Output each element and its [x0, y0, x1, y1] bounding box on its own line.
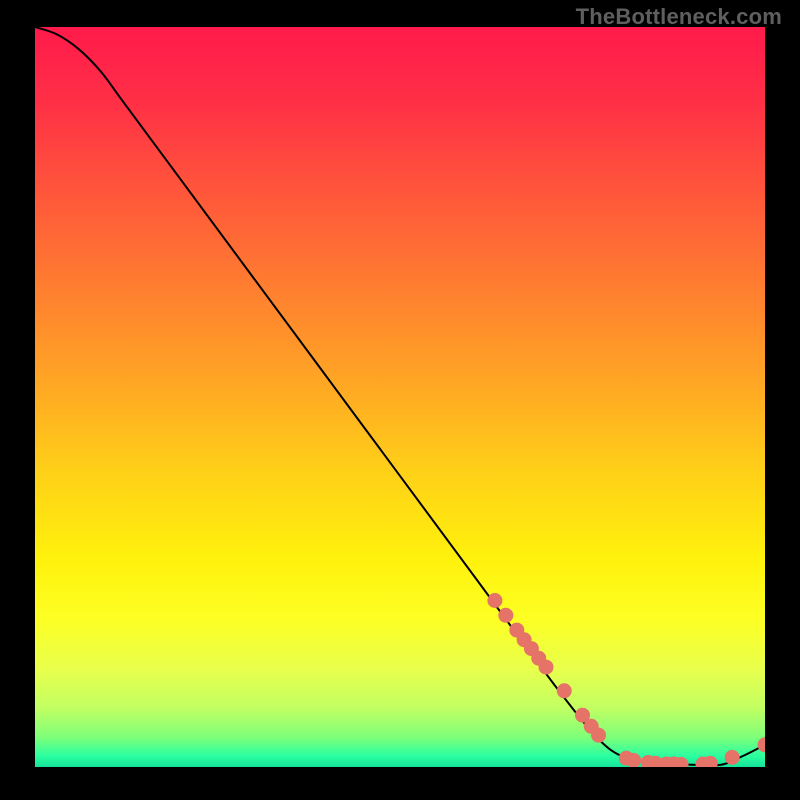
data-marker [487, 593, 502, 608]
data-marker [591, 728, 606, 743]
data-marker [557, 683, 572, 698]
plot-frame [35, 27, 765, 767]
chart-stage: TheBottleneck.com [0, 0, 800, 800]
gradient-background [35, 27, 765, 767]
data-marker [725, 750, 740, 765]
bottleneck-chart [35, 27, 765, 767]
data-marker [498, 608, 513, 623]
data-marker [539, 660, 554, 675]
